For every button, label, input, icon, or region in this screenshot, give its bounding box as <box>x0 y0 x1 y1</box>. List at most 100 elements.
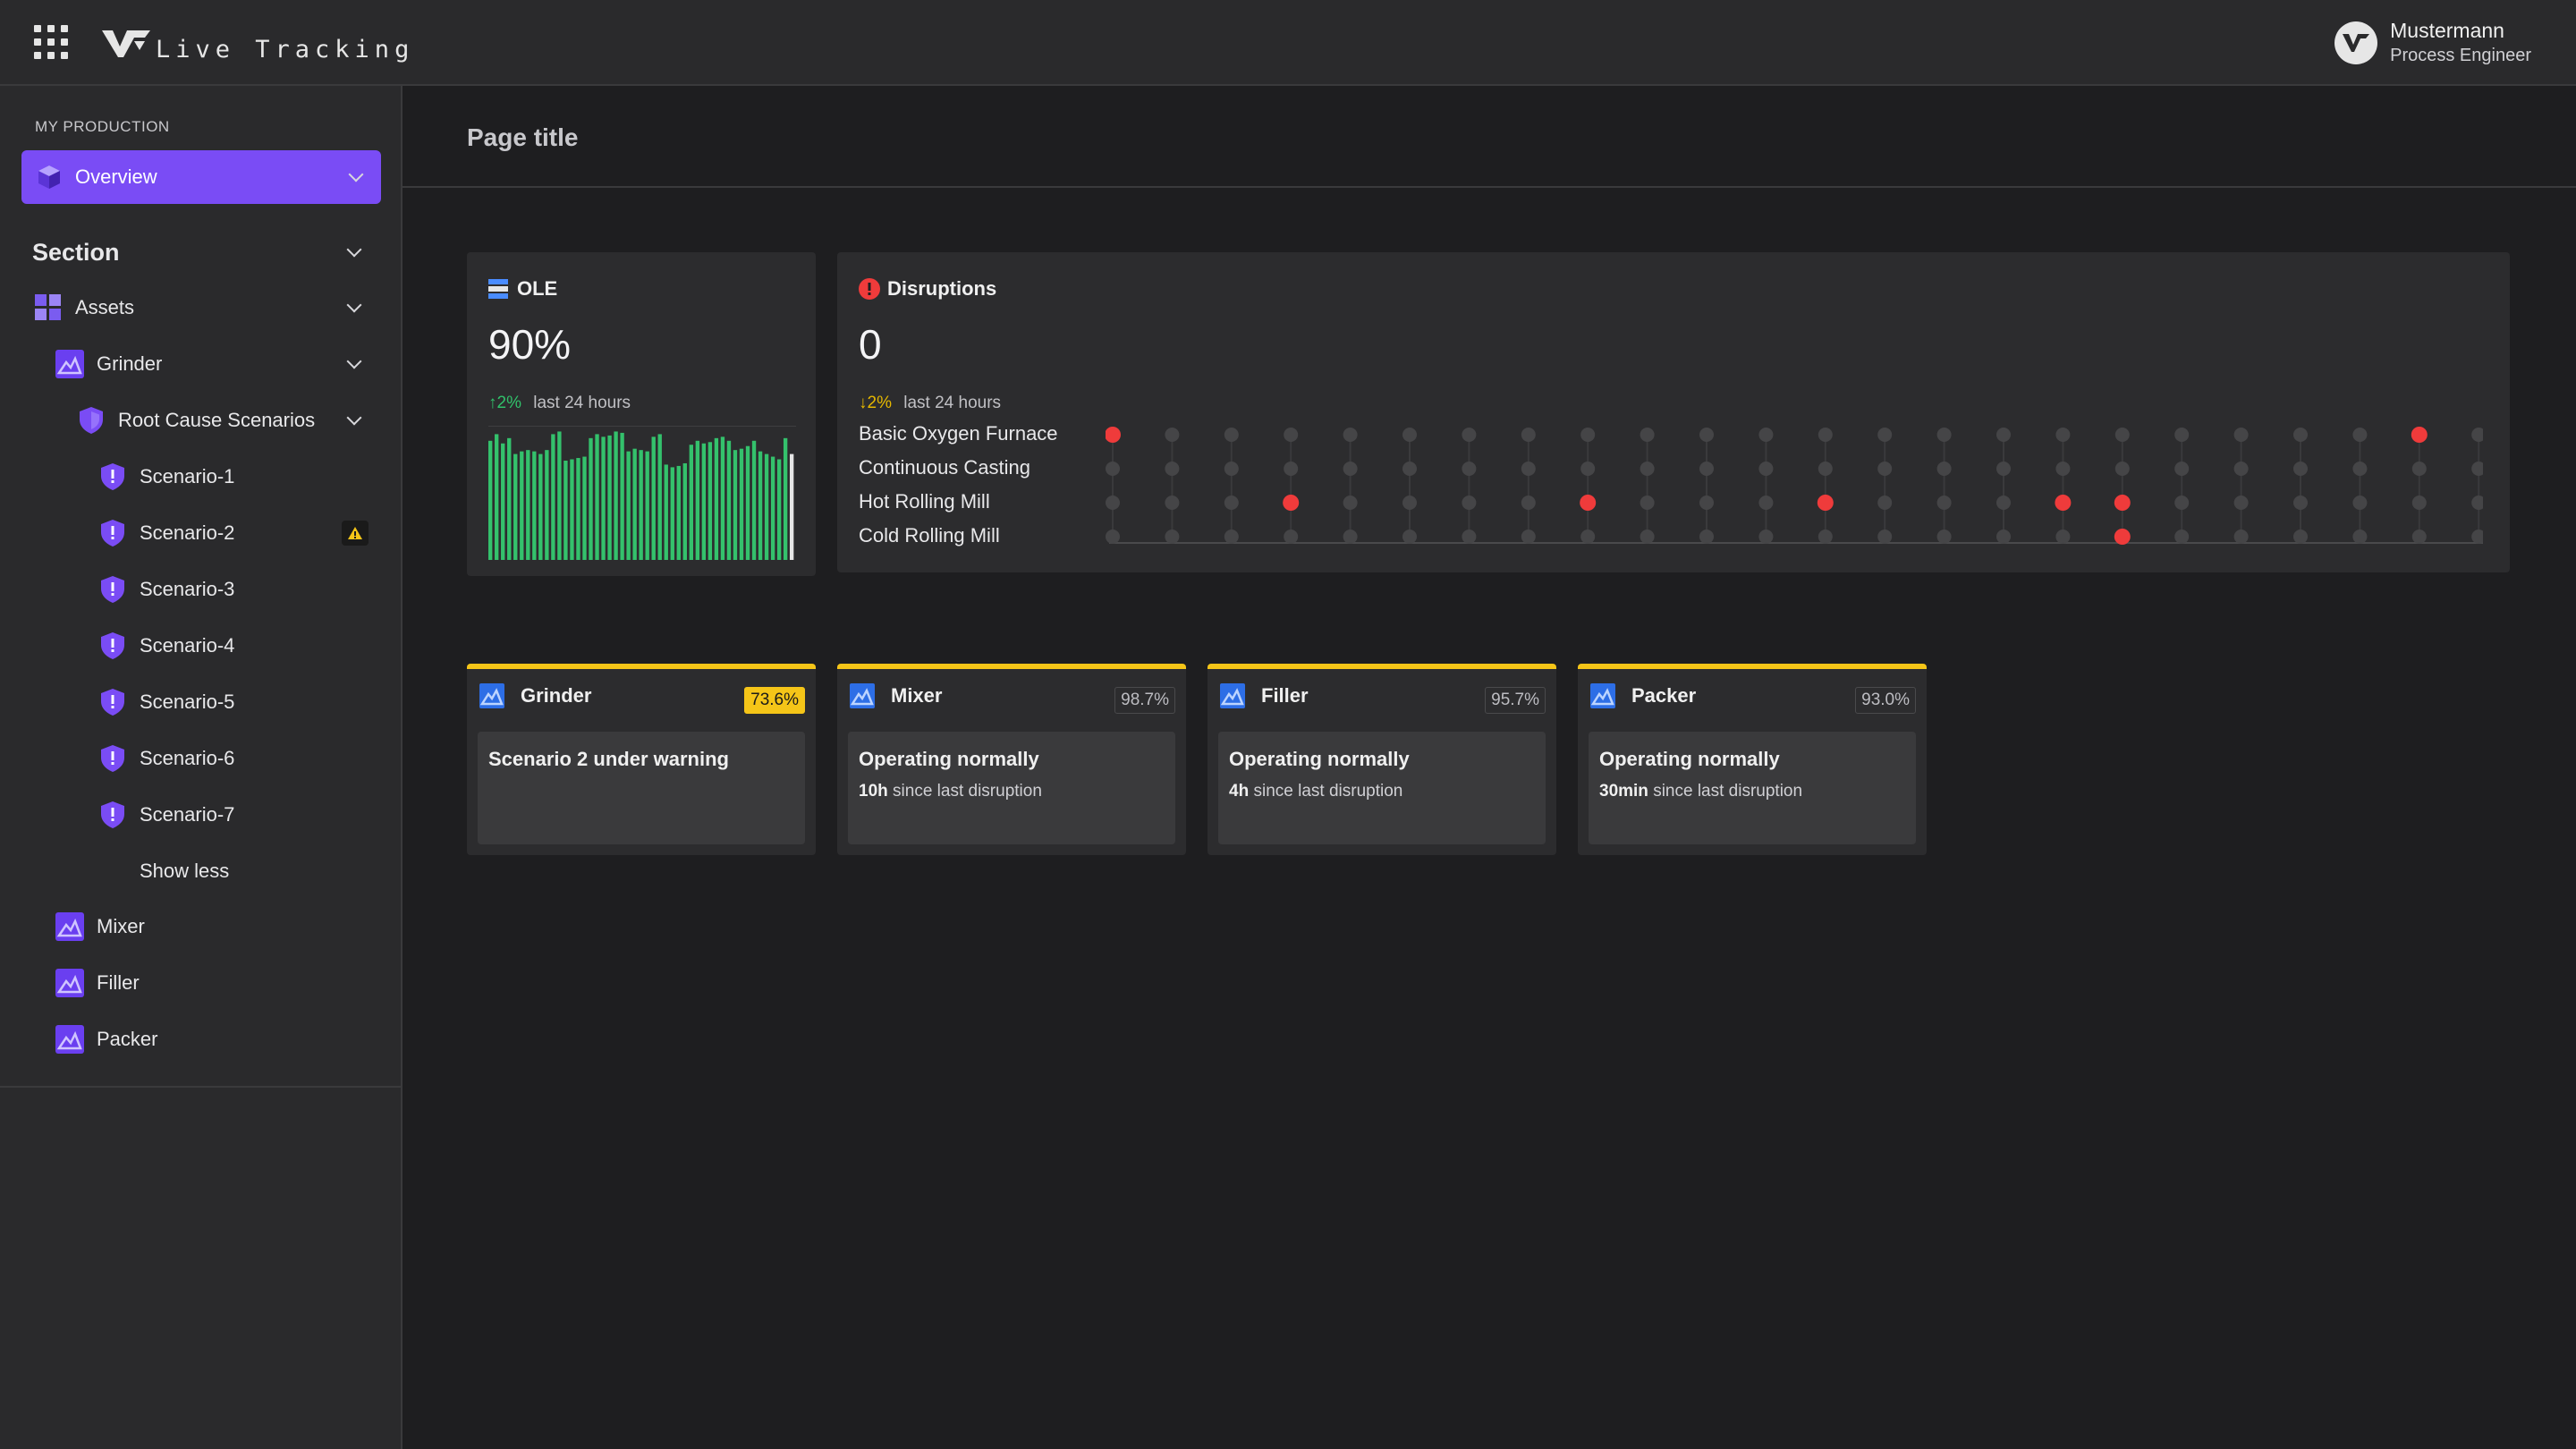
disruption-event-dot[interactable] <box>1283 495 1300 511</box>
disruption-event-dot[interactable] <box>2055 495 2072 511</box>
shield-alert-icon <box>98 801 127 829</box>
timeline-dot <box>1640 462 1655 476</box>
asset-status: Operating normally <box>1599 748 1780 770</box>
asset-since: 30min since last disruption <box>1599 782 1802 801</box>
asset-since-label: since last disruption <box>893 782 1042 801</box>
asset-since-value: 10h <box>859 782 888 801</box>
sidebar-item-scenario[interactable]: Scenario-3 <box>0 564 402 614</box>
sidebar-item-root-cause[interactable]: Root Cause Scenarios <box>0 395 402 445</box>
sidebar-item-scenario[interactable]: Scenario-1 <box>0 452 402 502</box>
asset-card[interactable]: Filler 95.7% Operating normally 4h since la… <box>1208 664 1556 855</box>
timeline-dot <box>2055 462 2071 476</box>
ole-bar <box>758 451 763 560</box>
timeline-dot <box>1818 530 1833 544</box>
sidebar-item-scenario[interactable]: Scenario-4 <box>0 621 402 671</box>
disruption-event-dot[interactable] <box>2114 529 2131 545</box>
asset-status: Operating normally <box>859 748 1039 770</box>
shield-alert-icon <box>98 575 127 604</box>
disruption-event-dot[interactable] <box>2114 495 2131 511</box>
asset-name: Mixer <box>891 684 943 707</box>
timeline-dot <box>2411 496 2427 510</box>
asset-header: Grinder <box>479 683 591 708</box>
asset-percentage-badge: 95.7% <box>1485 687 1546 714</box>
timeline-dot <box>1106 530 1120 544</box>
asset-card[interactable]: Packer 93.0% Operating normally 30min since… <box>1578 664 1927 855</box>
timeline-dot <box>1106 496 1120 510</box>
timeline-dot <box>2233 496 2249 510</box>
machine-icon <box>55 969 84 997</box>
asset-percentage-badge: 98.7% <box>1114 687 1175 714</box>
machine-icon <box>55 350 84 378</box>
timeline-dot <box>1284 428 1299 442</box>
disruptions-card[interactable]: Disruptions 0 ↓2% last 24 hours Basic Ox… <box>837 252 2510 572</box>
ole-bar <box>595 434 599 560</box>
disruption-event-dot[interactable] <box>1106 427 1121 443</box>
app-grid-icon[interactable] <box>34 25 68 59</box>
timeline-dot <box>2471 530 2483 544</box>
sidebar-item-scenario[interactable]: Scenario-6 <box>0 733 402 784</box>
ole-trend: ↑2% last 24 hours <box>488 394 631 413</box>
timeline-dot <box>1699 428 1714 442</box>
asset-header: Filler <box>1220 683 1309 708</box>
ole-trend-label: last 24 hours <box>533 394 631 412</box>
timeline-dot <box>1996 462 2011 476</box>
sidebar-item-asset[interactable]: Filler <box>0 958 402 1008</box>
timeline-dot <box>2055 530 2071 544</box>
disruptions-title: Disruptions <box>887 277 997 300</box>
scenario-label: Scenario-3 <box>140 578 235 600</box>
sidebar-item-assets[interactable]: Assets <box>0 283 402 333</box>
shield-alert-icon <box>98 631 127 660</box>
timeline-dot <box>1462 530 1477 544</box>
sidebar-item-scenario[interactable]: Scenario-7 <box>0 790 402 840</box>
sidebar-item-scenario[interactable]: Scenario-2 <box>0 508 402 558</box>
asset-machine-icon <box>1220 683 1245 708</box>
ole-bar <box>526 450 530 560</box>
ole-bar <box>607 435 612 560</box>
asset-since: 4h since last disruption <box>1229 782 1402 801</box>
trend-up-icon: ↑ <box>488 394 497 412</box>
ole-bar <box>576 458 580 560</box>
ole-card[interactable]: OLE 90% ↑2% last 24 hours <box>467 252 816 576</box>
disruptions-trend-label: last 24 hours <box>903 394 1002 412</box>
sidebar-item-asset[interactable]: Mixer <box>0 902 402 952</box>
timeline-dot <box>1758 496 1774 510</box>
disruption-event-dot[interactable] <box>1580 495 1597 511</box>
sidebar-item-asset[interactable]: Packer <box>0 1014 402 1064</box>
disruption-event-dot[interactable] <box>1817 495 1834 511</box>
timeline-dot <box>2352 530 2368 544</box>
section-toggle[interactable]: Section <box>0 227 402 277</box>
ole-bar <box>657 434 662 560</box>
sidebar-item-scenario[interactable]: Scenario-5 <box>0 677 402 727</box>
disruptions-trend: ↓2% last 24 hours <box>859 394 1001 413</box>
asset-since-value: 4h <box>1229 782 1250 801</box>
user-menu[interactable]: Mustermann Process Engineer <box>2334 18 2531 68</box>
show-less-link[interactable]: Show less <box>0 846 402 896</box>
timeline-dot <box>1462 496 1477 510</box>
asset-card[interactable]: Mixer 98.7% Operating normally 10h since la… <box>837 664 1186 855</box>
timeline-dot <box>2174 428 2190 442</box>
overview-dropdown[interactable]: Overview <box>21 150 381 204</box>
asset-status-panel: Operating normally 30min since last disru… <box>1589 732 1916 844</box>
disruption-event-dot[interactable] <box>2411 427 2428 443</box>
ole-bar <box>532 451 537 560</box>
asset-label: Filler <box>97 971 140 994</box>
brand[interactable]: Live Tracking <box>100 20 414 66</box>
sidebar-item-grinder[interactable]: Grinder <box>0 339 402 389</box>
timeline-dot <box>1224 462 1239 476</box>
asset-header: Packer <box>1590 683 1696 708</box>
timeline-dot <box>2293 428 2308 442</box>
timeline-dot <box>2352 496 2368 510</box>
section-title: Section <box>32 238 120 266</box>
asset-header: Mixer <box>850 683 942 708</box>
chevron-down-icon <box>346 297 362 313</box>
timeline-dot <box>1877 496 1893 510</box>
timeline-dot <box>1640 530 1655 544</box>
timeline-dot <box>2233 462 2249 476</box>
timeline-dot <box>1521 462 1536 476</box>
asset-card[interactable]: Grinder 73.6% Scenario 2 under warning <box>467 664 816 855</box>
sidebar: MY PRODUCTION Overview Section Assets Gr… <box>0 86 402 1088</box>
warning-icon <box>342 521 369 546</box>
timeline-dot <box>1224 530 1239 544</box>
timeline-dot <box>1699 530 1714 544</box>
timeline-dot <box>1877 428 1893 442</box>
